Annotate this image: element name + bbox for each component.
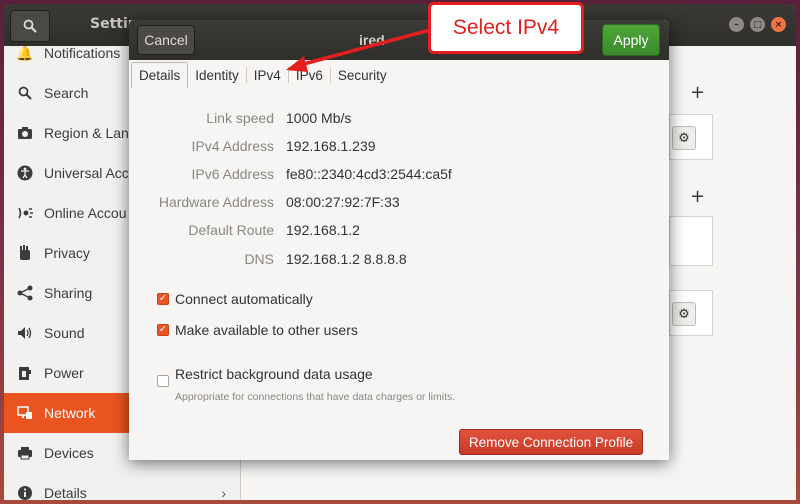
tab-security[interactable]: Security [331,62,394,88]
gear-icon[interactable]: ⚙ [672,302,696,326]
network-icon [16,404,34,422]
detail-value: 1000 Mb/s [286,110,352,126]
vpn-card [669,216,713,266]
checkbox-label: Make available to other users [175,322,358,338]
sidebar-item-label: Power [44,365,84,381]
printer-icon [16,444,34,462]
sidebar-item-label: Universal Acce [44,165,137,181]
maximize-icon[interactable]: □ [750,17,765,32]
dialog-tabs: Details Identity IPv4 IPv6 Security [129,60,669,89]
sidebar-item-label: Sharing [44,285,93,301]
detail-row-link-speed: Link speed 1000 Mb/s [129,110,669,132]
close-icon[interactable]: × [771,17,786,32]
detail-label: IPv4 Address [191,138,275,154]
detail-label: Link speed [206,110,274,126]
detail-row-ipv6: IPv6 Address fe80::2340:4cd3:2544:ca5f [129,166,669,188]
sidebar-item-label: Details [44,485,87,500]
tab-identity[interactable]: Identity [188,62,246,88]
bell-icon: 🔔 [16,44,34,61]
speaker-icon [16,324,34,342]
checkbox-label: Restrict background data usage [175,366,373,382]
tab-details[interactable]: Details [131,62,189,88]
window-controls: – □ × [729,17,786,32]
online-accounts-icon [16,204,34,222]
apply-button[interactable]: Apply [602,24,660,56]
detail-label: Default Route [188,222,274,238]
select-ipv4-callout: Select IPv4 [428,2,584,54]
detail-label: DNS [244,251,274,267]
sidebar-item-label: Notifications [44,45,121,61]
dialog-title: ired [359,32,385,48]
detail-value: 192.168.1.2 8.8.8.8 [286,251,407,267]
detail-row-dns: DNS 192.168.1.2 8.8.8.8 [129,251,669,273]
cancel-button[interactable]: Cancel [137,25,195,55]
checkbox-label: Connect automatically [175,291,313,307]
gear-icon[interactable]: ⚙ [672,126,696,150]
hand-icon [16,244,34,262]
sidebar-item-label: Online Accou [44,205,127,221]
accessibility-icon [16,164,34,182]
dialog-header: Cancel ired Apply [129,20,669,60]
chevron-right-icon: › [221,485,226,500]
search-icon [23,19,37,33]
remove-connection-profile-button[interactable]: Remove Connection Profile [459,429,643,455]
detail-row-hardware: Hardware Address 08:00:27:92:7F:33 [129,194,669,216]
sidebar-item-label: Network [44,405,96,421]
detail-label: Hardware Address [158,194,274,210]
share-icon [16,284,34,302]
add-connection-icon[interactable]: + [690,82,705,103]
restrict-note: Appropriate for connections that have da… [175,391,456,403]
sidebar-item-details[interactable]: Details › [4,473,240,500]
sidebar-item-label: Sound [44,325,85,341]
minimize-icon[interactable]: – [729,17,744,32]
detail-value: 192.168.1.2 [286,222,360,238]
connect-automatically-checkbox[interactable]: ✓ Connect automatically [157,291,313,307]
checkbox-checked[interactable]: ✓ [157,324,169,336]
wired-card: ⚙ [669,114,713,160]
info-icon [16,484,34,500]
detail-value: 08:00:27:92:7F:33 [286,194,400,210]
details-panel: Link speed 1000 Mb/s IPv4 Address 192.16… [129,88,669,460]
search-icon [16,84,34,102]
sidebar-item-label: Search [44,85,89,101]
detail-row-ipv4: IPv4 Address 192.168.1.239 [129,138,669,160]
detail-value: fe80::2340:4cd3:2544:ca5f [286,166,452,182]
detail-row-default-route: Default Route 192.168.1.2 [129,222,669,244]
checkbox-unchecked[interactable] [157,375,169,387]
available-to-users-checkbox[interactable]: ✓ Make available to other users [157,322,358,338]
tab-ipv6[interactable]: IPv6 [289,62,330,88]
camera-icon [16,124,34,142]
checkbox-checked[interactable]: ✓ [157,293,169,305]
sidebar-item-label: Region & Lang [44,125,137,141]
restrict-background-checkbox[interactable]: Restrict background data usage [157,366,373,389]
detail-value: 192.168.1.239 [286,138,376,154]
tab-ipv4[interactable]: IPv4 [247,62,288,88]
sidebar-item-label: Devices [44,445,94,461]
wired-connection-dialog: Cancel ired Apply Details Identity IPv4 … [129,20,669,460]
power-plug-icon [16,364,34,382]
add-vpn-icon[interactable]: + [690,186,705,207]
detail-label: IPv6 Address [191,166,275,182]
sidebar-item-label: Privacy [44,245,90,261]
proxy-card: ⚙ [669,290,713,336]
